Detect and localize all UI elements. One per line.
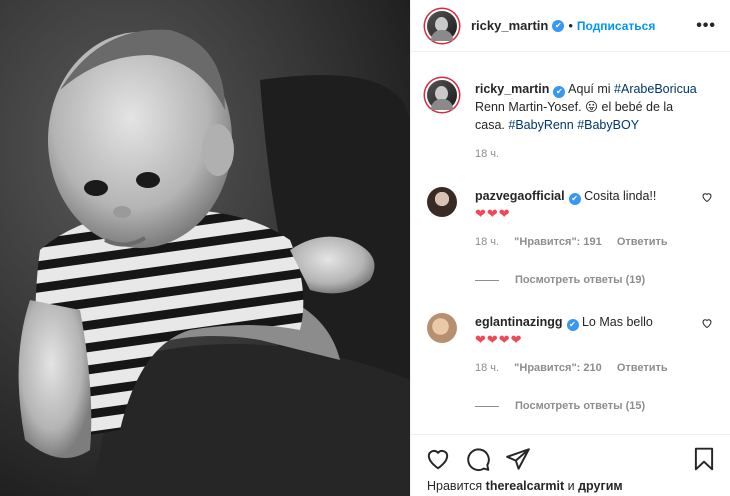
comment-timestamp[interactable]: 18 ч.: [475, 362, 499, 374]
commenter-avatar[interactable]: [427, 187, 457, 217]
verified-badge-icon: ✔: [568, 193, 581, 205]
post-header: ricky_martin ✔ • Подписаться •••: [411, 0, 730, 52]
hashtag-babyrenn[interactable]: #BabyRenn: [508, 118, 573, 132]
liker-username[interactable]: therealcarmit: [486, 479, 565, 493]
view-replies-label: Посмотреть ответы (19): [515, 274, 646, 286]
post-actions: Нравится therealcarmit и другим: [411, 434, 730, 496]
comment-item: eglantinazingg ✔ Lo Mas bello ❤❤❤❤ 18 ч. …: [427, 313, 715, 415]
more-options-icon[interactable]: •••: [696, 17, 716, 35]
comment-item: pazvegaofficial ✔ Cosita linda!! ❤❤❤ 18 ч…: [427, 187, 715, 289]
caption-username[interactable]: ricky_martin: [475, 82, 549, 96]
separator-dot: •: [568, 18, 573, 33]
caption-text-2: Renn Martin-Yosef. 😛 el bebé de la casa.: [475, 100, 674, 132]
verified-badge-icon: ✔: [553, 86, 566, 98]
view-replies-label: Посмотреть ответы (15): [515, 400, 646, 412]
caption-timestamp[interactable]: 18 ч.: [475, 145, 703, 163]
hashtag-babyboy[interactable]: #BabyBOY: [577, 118, 639, 132]
heart-emojis: ❤❤❤❤: [475, 332, 523, 347]
heart-emojis: ❤❤❤: [475, 206, 511, 221]
reply-button[interactable]: Ответить: [617, 236, 668, 248]
caption-text-1: Aquí mi: [568, 82, 611, 96]
comment-bubble-icon[interactable]: [465, 446, 491, 472]
comment-text: Cosita linda!!: [584, 189, 657, 203]
reply-button[interactable]: Ответить: [617, 362, 668, 374]
comments-section: ricky_martin ✔ Aquí mi #ArabeBoricua Renn…: [411, 52, 730, 434]
comment-like-heart-icon[interactable]: [701, 191, 713, 203]
view-replies-button[interactable]: Посмотреть ответы (19): [475, 271, 701, 289]
verified-badge-icon: ✔: [566, 319, 579, 331]
likes-others-link[interactable]: другим: [578, 479, 623, 493]
bookmark-save-icon[interactable]: [691, 446, 717, 472]
view-replies-button[interactable]: Посмотреть ответы (15): [475, 397, 701, 415]
commenter-avatar[interactable]: [427, 313, 457, 343]
post-sidebar: ricky_martin ✔ • Подписаться ••• ricky_m…: [410, 0, 730, 496]
likes-summary: Нравится therealcarmit и другим: [425, 479, 717, 493]
like-heart-icon[interactable]: [425, 446, 451, 472]
comment-text: Lo Mas bello: [581, 315, 653, 329]
author-avatar[interactable]: [427, 10, 457, 41]
author-username[interactable]: ricky_martin: [471, 18, 548, 33]
verified-badge-icon: ✔: [552, 19, 565, 32]
post-caption: ricky_martin ✔ Aquí mi #ArabeBoricua Renn…: [427, 80, 715, 163]
comment-likes-count[interactable]: "Нравится": 210: [514, 362, 602, 374]
hashtag-arabeboricua[interactable]: #ArabeBoricua: [614, 82, 697, 96]
comment-likes-count[interactable]: "Нравится": 191: [514, 236, 602, 248]
commenter-username[interactable]: eglantinazingg: [475, 315, 563, 329]
comment-timestamp[interactable]: 18 ч.: [475, 236, 499, 248]
post-photo[interactable]: [0, 0, 410, 496]
likes-prefix: Нравится: [427, 479, 483, 493]
commenter-username[interactable]: pazvegaofficial: [475, 189, 565, 203]
caption-author-avatar[interactable]: [427, 80, 457, 110]
likes-connector: и: [567, 479, 575, 493]
follow-button[interactable]: Подписаться: [577, 19, 655, 33]
share-plane-icon[interactable]: [505, 446, 531, 472]
baby-photo-illustration: [0, 0, 410, 496]
comment-like-heart-icon[interactable]: [701, 317, 713, 329]
